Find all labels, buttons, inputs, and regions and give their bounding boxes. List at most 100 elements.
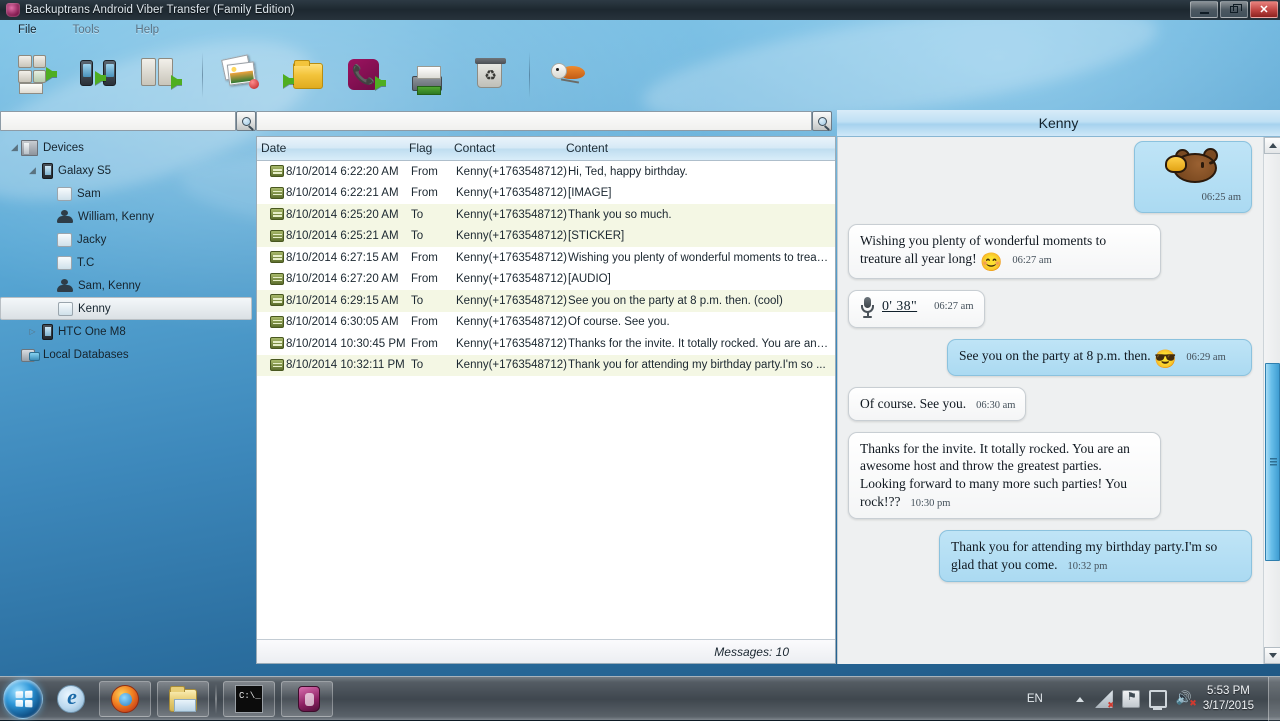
- minimize-button[interactable]: [1190, 1, 1218, 18]
- cell-content: [STICKER]: [568, 230, 829, 242]
- action-center-icon[interactable]: [1122, 690, 1140, 708]
- audio-duration-link[interactable]: 0' 38": [882, 298, 917, 316]
- tree-twisty-open-icon[interactable]: [26, 164, 39, 177]
- tree-item-t-c[interactable]: T.C: [0, 251, 252, 274]
- toolbar-print-button[interactable]: [397, 44, 459, 106]
- tree-item-htc-one-m8[interactable]: HTC One M8: [0, 320, 252, 343]
- scrollbar-thumb[interactable]: [1265, 363, 1280, 561]
- toolbar-transfer-device-button[interactable]: [70, 44, 132, 106]
- cell-flag: From: [411, 252, 438, 264]
- table-row[interactable]: 8/10/2014 10:30:45 PMFromKenny(+17635487…: [257, 333, 835, 355]
- tree-item-sam[interactable]: Sam: [0, 182, 252, 205]
- tree-twisty-open-icon[interactable]: [8, 141, 21, 154]
- tree-item-label: Galaxy S5: [58, 165, 111, 177]
- chat-title: Kenny: [837, 110, 1280, 137]
- toolbar-export-photos-button[interactable]: [211, 44, 273, 106]
- tree-twisty-closed-icon[interactable]: [26, 325, 39, 338]
- tree-item-kenny[interactable]: Kenny: [0, 297, 252, 320]
- cell-content: [AUDIO]: [568, 273, 829, 285]
- menu-help[interactable]: Help: [135, 24, 159, 36]
- tree-item-william-kenny[interactable]: William, Kenny: [0, 205, 252, 228]
- message-icon: [270, 273, 284, 285]
- chat-bubble[interactable]: 06:25 am: [1134, 141, 1252, 213]
- device-tree-panel[interactable]: Devices Galaxy S5 Sam William, KennyJackyT.…: [0, 136, 252, 664]
- cell-content: Hi, Ted, happy birthday.: [568, 166, 829, 178]
- tree-item-sam-kenny[interactable]: Sam, Kenny: [0, 274, 252, 297]
- restore-button[interactable]: [1220, 1, 1248, 18]
- close-button[interactable]: ✕: [1250, 1, 1278, 18]
- phone-icon: [42, 324, 53, 340]
- clock[interactable]: 5:53 PM 3/17/2015: [1203, 684, 1254, 714]
- message-search-box[interactable]: [256, 111, 812, 131]
- toolbar-help-button[interactable]: [538, 44, 600, 106]
- table-row[interactable]: 8/10/2014 6:25:21 AMToKenny(+1763548712)…: [257, 226, 835, 248]
- tree-item-local-databases[interactable]: Local Databases: [0, 343, 252, 366]
- show-desktop-button[interactable]: [1268, 677, 1280, 721]
- tree-item-galaxy-s5[interactable]: Galaxy S5: [0, 159, 252, 182]
- scroll-up-button[interactable]: [1264, 137, 1280, 154]
- column-header-content[interactable]: Content: [566, 141, 608, 155]
- emoji-icon: 😊: [980, 253, 1002, 271]
- table-row[interactable]: 8/10/2014 6:27:20 AMFromKenny(+176354871…: [257, 269, 835, 291]
- toolbar-delete-button[interactable]: [459, 44, 521, 106]
- message-icon: [270, 165, 284, 177]
- display-icon[interactable]: [1149, 690, 1167, 708]
- toolbar-backup-messages-button[interactable]: [8, 44, 70, 106]
- tree-item-jacky[interactable]: Jacky: [0, 228, 252, 251]
- tree-spacer: [44, 233, 57, 246]
- tree-item-label: Sam: [77, 188, 101, 200]
- tree-item-devices[interactable]: Devices: [0, 136, 252, 159]
- message-list-body[interactable]: 8/10/2014 6:22:20 AMFromKenny(+176354871…: [257, 161, 835, 639]
- toolbar-viber-button[interactable]: [335, 44, 397, 106]
- chat-bubble[interactable]: Of course. See you.06:30 am: [848, 387, 1026, 421]
- message-timestamp: 06:25 am: [1146, 191, 1241, 205]
- chat-bubble[interactable]: Wishing you plenty of wonderful moments …: [848, 224, 1161, 279]
- show-hidden-icons-button[interactable]: [1073, 692, 1087, 706]
- toolbar-restore-messages-button[interactable]: [132, 44, 194, 106]
- table-row[interactable]: 8/10/2014 6:27:15 AMFromKenny(+176354871…: [257, 247, 835, 269]
- taskbar-firefox-icon[interactable]: [99, 681, 151, 717]
- message-icon: [270, 316, 284, 328]
- taskbar-viber-transfer-icon[interactable]: [281, 681, 333, 717]
- tree-item-label: Devices: [43, 142, 84, 154]
- menu-file[interactable]: File: [18, 24, 37, 36]
- cell-flag: From: [411, 273, 438, 285]
- language-indicator[interactable]: EN: [1027, 693, 1043, 705]
- tree-spacer: [45, 302, 58, 315]
- toolbar-export-folder-button[interactable]: [273, 44, 335, 106]
- table-row[interactable]: 8/10/2014 6:25:20 AMToKenny(+1763548712)…: [257, 204, 835, 226]
- start-button[interactable]: [3, 679, 43, 719]
- chat-bubble[interactable]: 0' 38"06:27 am: [848, 290, 985, 328]
- chat-bubble[interactable]: Thanks for the invite. It totally rocked…: [848, 432, 1161, 519]
- chat-bubble[interactable]: Thank you for attending my birthday part…: [939, 530, 1252, 582]
- chat-scroll-area[interactable]: 06:25 am Wishing you plenty of wonderful …: [837, 137, 1280, 664]
- table-row[interactable]: 8/10/2014 6:30:05 AMFromKenny(+176354871…: [257, 312, 835, 334]
- chat-scrollbar[interactable]: [1263, 137, 1280, 664]
- message-search-input[interactable]: [257, 113, 811, 131]
- taskbar-file-explorer-icon[interactable]: [157, 681, 209, 717]
- table-row[interactable]: 8/10/2014 6:29:15 AMToKenny(+1763548712)…: [257, 290, 835, 312]
- message-icon: [270, 251, 284, 263]
- taskbar-command-prompt-icon[interactable]: [223, 681, 275, 717]
- column-header-contact[interactable]: Contact: [454, 141, 495, 155]
- message-search-button[interactable]: [812, 111, 832, 131]
- table-row[interactable]: 8/10/2014 6:22:21 AMFromKenny(+176354871…: [257, 183, 835, 205]
- cell-flag: From: [411, 316, 438, 328]
- volume-icon[interactable]: [1176, 690, 1194, 708]
- taskbar-internet-explorer-icon[interactable]: [49, 681, 93, 717]
- column-header-date[interactable]: Date: [261, 141, 286, 155]
- column-header-flag[interactable]: Flag: [409, 141, 432, 155]
- table-row[interactable]: 8/10/2014 10:32:11 PMToKenny(+1763548712…: [257, 355, 835, 377]
- menu-tools[interactable]: Tools: [73, 24, 100, 36]
- network-icon[interactable]: [1095, 690, 1113, 708]
- help-bird-icon: [546, 53, 592, 97]
- title-bar[interactable]: Backuptrans Android Viber Transfer (Fami…: [0, 0, 1280, 20]
- scroll-down-button[interactable]: [1264, 647, 1280, 664]
- tree-search-button[interactable]: [236, 111, 256, 131]
- tree-search-input[interactable]: [1, 113, 235, 131]
- transfer-device-to-device-icon: [78, 53, 124, 97]
- table-row[interactable]: 8/10/2014 6:22:20 AMFromKenny(+176354871…: [257, 161, 835, 183]
- cell-date: 8/10/2014 10:32:11 PM: [286, 359, 405, 371]
- chat-bubble[interactable]: See you on the party at 8 p.m. then. 😎06…: [947, 339, 1252, 376]
- tree-search-box[interactable]: [0, 111, 236, 131]
